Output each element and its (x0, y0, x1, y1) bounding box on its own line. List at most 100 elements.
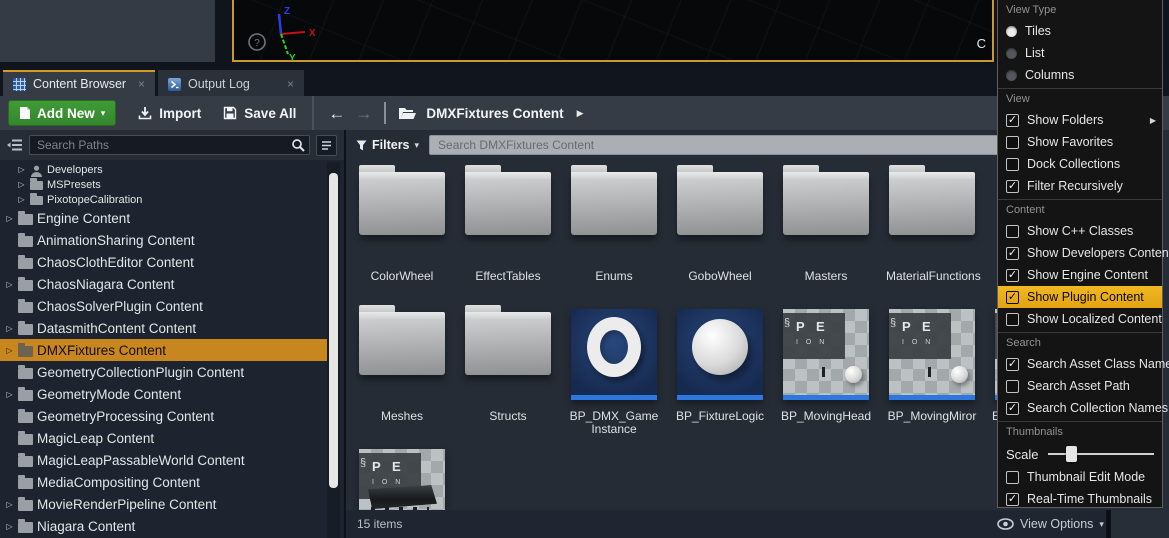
expander-icon: ▷ (5, 390, 14, 399)
view-options-menu: View TypeTilesListColumnsView✓Show Folde… (997, 0, 1163, 508)
tree-item-mediacompositing-content[interactable]: MediaCompositing Content (0, 471, 327, 493)
tab-label: Content Browser (33, 77, 126, 91)
tile-label: Structs (462, 410, 554, 423)
folder-tile-masters[interactable]: Masters (780, 160, 872, 235)
tree-item-developers[interactable]: ▷Developers (0, 162, 327, 177)
tree-item-datasmithcontent-content[interactable]: ▷DatasmithContent Content (0, 317, 327, 339)
folder-tile-gobowheel[interactable]: GoboWheel (674, 160, 766, 235)
pe-logo-panel: §P EI O N (889, 313, 951, 359)
filters-button[interactable]: Filters ▾ (356, 138, 419, 152)
add-new-button[interactable]: Add New ▾ (8, 100, 116, 126)
folder-tile-structs[interactable]: Structs (462, 300, 554, 375)
menu-section-header: View (998, 89, 1162, 109)
asset-thumbnail (677, 309, 763, 400)
menu-item-filter-recursively[interactable]: ✓Filter Recursively (998, 175, 1162, 197)
tree-item-geometrymode-content[interactable]: ▷GeometryMode Content (0, 383, 327, 405)
tree-scrollbar-thumb[interactable] (329, 173, 338, 488)
checkbox-icon: ✓ (1006, 114, 1019, 127)
radio-icon (1006, 26, 1017, 37)
import-label: Import (159, 106, 201, 121)
collapse-sources-icon[interactable] (6, 138, 23, 152)
menu-item-dock-collections[interactable]: Dock Collections (998, 153, 1162, 175)
tree-item-mspresets[interactable]: ▷MSPresets (0, 177, 327, 192)
folder-icon (18, 390, 33, 401)
checkbox-icon: ✓ (1006, 247, 1019, 260)
viewport-clipped-text: C (977, 36, 986, 51)
asset-tile-bp-movinghead[interactable]: §P EI O NBP_MovingHead (780, 300, 872, 400)
saved-searches-button[interactable] (316, 135, 337, 156)
tree-item-magicleappassableworld-content[interactable]: MagicLeapPassableWorld Content (0, 449, 327, 471)
folder-tile-colorwheel[interactable]: ColorWheel (356, 160, 448, 235)
tree-item-geometryprocessing-content[interactable]: GeometryProcessing Content (0, 405, 327, 427)
menu-item-show-favorites[interactable]: Show Favorites (998, 131, 1162, 153)
tree-item-niagara-content[interactable]: ▷ Niagara Content (0, 515, 327, 537)
menu-item-thumbnail-edit-mode[interactable]: Thumbnail Edit Mode (998, 466, 1162, 488)
asset-thumbnail: §P EI O N (783, 309, 869, 400)
tree-item-label: ChaosNiagara Content (37, 277, 174, 292)
menu-item-show-engine-content[interactable]: ✓Show Engine Content (998, 264, 1162, 286)
menu-item-label: Real-Time Thumbnails (1027, 492, 1152, 506)
tree-item-label: Niagara Content (37, 519, 135, 534)
tree-item-geometrycollectionplugin-content[interactable]: GeometryCollectionPlugin Content (0, 361, 327, 383)
toolbar-splitter[interactable] (312, 96, 314, 130)
thumbnail-scale-slider[interactable] (1048, 453, 1154, 455)
menu-item-show-c-classes[interactable]: Show C++ Classes (998, 220, 1162, 242)
forward-arrow-button[interactable]: → (355, 105, 372, 122)
save-all-button[interactable]: Save All (223, 106, 296, 121)
tree-item-chaosclotheditor-content[interactable]: ChaosClothEditor Content (0, 251, 327, 273)
menu-item-show-localized-content[interactable]: Show Localized Content (998, 308, 1162, 330)
asset-count-bar: 15 items (346, 510, 1108, 538)
folder-tile-enums[interactable]: Enums (568, 160, 660, 235)
breadcrumb-expand-icon[interactable]: ▶ (577, 108, 584, 119)
tile-label: EffectTables (462, 270, 554, 283)
menu-item-scale: Scale (998, 442, 1162, 466)
asset-tile-fixture[interactable]: §P EI O N (356, 440, 448, 510)
asset-tile-bp-fixturelogic[interactable]: BP_FixtureLogic (674, 300, 766, 400)
tile-label: Meshes (356, 410, 448, 423)
tree-item-magicleap-content[interactable]: MagicLeap Content (0, 427, 327, 449)
menu-item-label: Filter Recursively (1027, 179, 1123, 193)
tree-item-engine-content[interactable]: ▷Engine Content (0, 207, 327, 229)
asset-tile-bp-dmx-game-instance[interactable]: BP_DMX_Game Instance (568, 300, 660, 400)
close-icon[interactable]: × (138, 77, 145, 91)
menu-item-list[interactable]: List (998, 42, 1162, 64)
import-button[interactable]: Import (138, 106, 201, 121)
tab-output-log[interactable]: Output Log × (158, 70, 304, 96)
folder-tile-materialfunctions[interactable]: MaterialFunctions (886, 160, 978, 235)
view-options-button[interactable]: View Options ▾ (997, 510, 1108, 538)
tab-content-browser[interactable]: Content Browser × (3, 70, 155, 96)
blueprint-class-bar (571, 395, 657, 400)
level-viewport[interactable]: ? Z X Y C (232, 0, 994, 62)
menu-item-real-time-thumbnails[interactable]: ✓Real-Time Thumbnails (998, 488, 1162, 510)
radio-icon (1006, 70, 1017, 81)
menu-item-show-folders[interactable]: ✓Show Folders▶ (998, 109, 1162, 131)
user-icon (30, 164, 43, 176)
close-icon[interactable]: × (287, 77, 294, 91)
tree-item-dmxfixtures-content[interactable]: ▷DMXFixtures Content (0, 339, 327, 361)
tree-item-movierenderpipeline-content[interactable]: ▷MovieRenderPipeline Content (0, 493, 327, 515)
tree-item-chaossolverplugin-content[interactable]: ChaosSolverPlugin Content (0, 295, 327, 317)
folder-tile-meshes[interactable]: Meshes (356, 300, 448, 375)
back-arrow-button[interactable]: ← (328, 105, 345, 122)
menu-item-tiles[interactable]: Tiles (998, 20, 1162, 42)
paths-search-input[interactable] (29, 135, 310, 155)
tree-item-animationsharing-content[interactable]: AnimationSharing Content (0, 229, 327, 251)
tree-item-pixotopecalibration[interactable]: ▷PixotopeCalibration (0, 192, 327, 207)
menu-item-search-asset-class-names[interactable]: ✓Search Asset Class Names (998, 353, 1162, 375)
expander-icon: ▷ (5, 522, 14, 531)
menu-item-show-plugin-content[interactable]: ✓Show Plugin Content (998, 286, 1162, 308)
menu-item-show-developers-content[interactable]: ✓Show Developers Content (998, 242, 1162, 264)
tree-item-label: MediaCompositing Content (37, 475, 200, 490)
slider-thumb[interactable] (1066, 446, 1077, 462)
folder-tile-effecttables[interactable]: EffectTables (462, 160, 554, 235)
menu-item-search-collection-names[interactable]: ✓Search Collection Names (998, 397, 1162, 419)
asset-tile-bp-movingmiror[interactable]: §P EI O NBP_MovingMiror (886, 300, 978, 400)
menu-item-search-asset-path[interactable]: Search Asset Path (998, 375, 1162, 397)
tree-item-chaosniagara-content[interactable]: ▷ChaosNiagara Content (0, 273, 327, 295)
menu-item-label: Show Localized Content (1027, 312, 1162, 326)
breadcrumb[interactable]: DMXFixtures Content ▶ (398, 106, 583, 121)
menu-item-columns[interactable]: Columns (998, 64, 1162, 86)
menu-item-label: Columns (1025, 68, 1074, 82)
thumbnail-background (677, 309, 763, 395)
tree-item-label: AnimationSharing Content (37, 233, 195, 248)
